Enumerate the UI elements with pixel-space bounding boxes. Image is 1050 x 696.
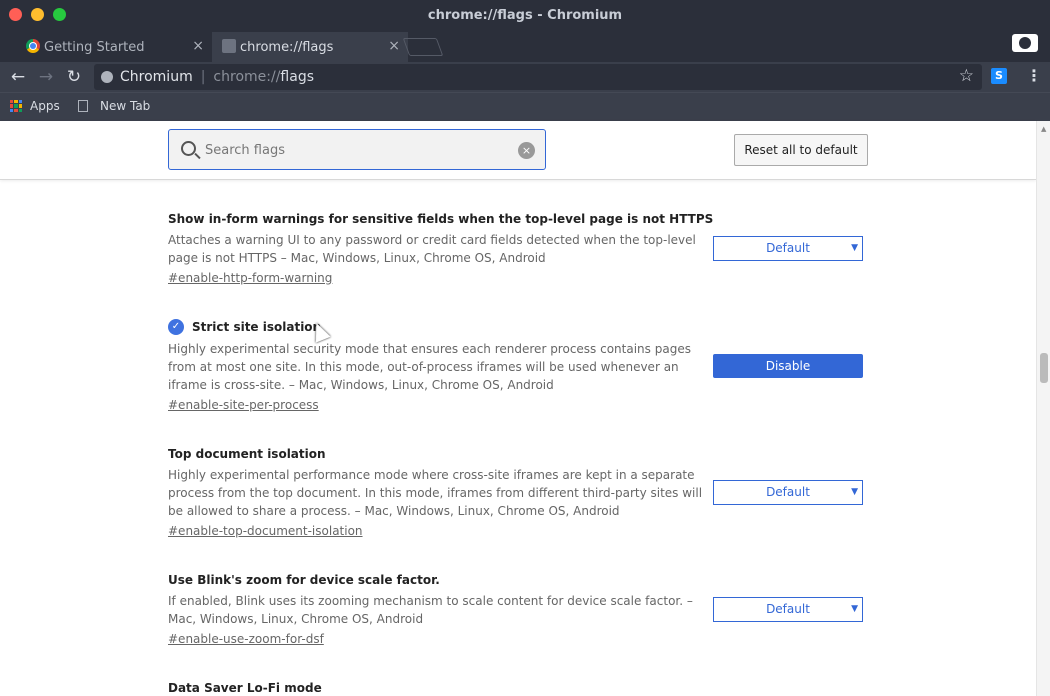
site-info-icon[interactable] xyxy=(101,71,113,83)
flag-item: Show in-form warnings for sensitive fiel… xyxy=(168,212,868,286)
bookmarks-bar: Apps New Tab xyxy=(0,92,1050,121)
flag-item: Data Saver Lo-Fi mode xyxy=(168,681,868,695)
tab-strip: Getting Started × chrome://flags × xyxy=(0,32,1050,62)
forward-button[interactable]: → xyxy=(35,66,57,88)
scroll-up-icon[interactable]: ▲ xyxy=(1041,125,1046,133)
tab-label: chrome://flags xyxy=(240,39,334,55)
flag-title: Data Saver Lo-Fi mode xyxy=(168,681,322,695)
select-value: Default xyxy=(766,241,810,255)
bookmark-label: Apps xyxy=(30,99,60,113)
tab-chrome-flags[interactable]: chrome://flags × xyxy=(212,32,408,62)
chevron-down-icon: ▼ xyxy=(851,243,858,253)
apps-grid-icon xyxy=(10,100,22,112)
url-scheme: chrome:// xyxy=(213,69,281,85)
back-button[interactable]: ← xyxy=(7,66,29,88)
person-icon xyxy=(1019,37,1031,49)
url-separator: | xyxy=(200,69,206,85)
search-input[interactable] xyxy=(205,139,505,161)
flag-description: Highly experimental performance mode whe… xyxy=(168,468,703,518)
flag-title: Show in-form warnings for sensitive fiel… xyxy=(168,212,714,226)
flag-item: ✓ Strict site isolation Highly experimen… xyxy=(168,319,868,413)
url-path: flags xyxy=(280,69,314,85)
search-icon xyxy=(181,141,196,156)
flag-title: Strict site isolation xyxy=(192,320,322,334)
chevron-down-icon: ▼ xyxy=(851,487,858,497)
tab-label: Getting Started xyxy=(44,39,145,55)
flags-page: × Reset all to default Show in-form warn… xyxy=(0,121,1050,696)
search-box[interactable]: × xyxy=(168,129,546,170)
clear-search-icon[interactable]: × xyxy=(518,142,535,159)
tab-getting-started[interactable]: Getting Started × xyxy=(16,32,212,62)
flag-disable-button[interactable]: Disable xyxy=(713,354,863,378)
bookmark-new-tab[interactable]: New Tab xyxy=(78,99,150,113)
flag-link[interactable]: #enable-top-document-isolation xyxy=(168,524,363,538)
flag-link[interactable]: #enable-site-per-process xyxy=(168,398,319,412)
flag-title-row: ✓ Strict site isolation xyxy=(168,319,868,335)
page-icon xyxy=(78,100,88,112)
extension-icon[interactable]: S xyxy=(991,68,1007,84)
flags-header: × Reset all to default xyxy=(0,121,1036,180)
flag-select[interactable]: Default ▼ xyxy=(713,480,863,505)
new-tab-button[interactable] xyxy=(402,38,444,56)
reload-button[interactable]: ↻ xyxy=(63,66,85,88)
flag-item: Use Blink's zoom for device scale factor… xyxy=(168,573,868,647)
flag-select[interactable]: Default ▼ xyxy=(713,236,863,261)
tab-close-icon[interactable]: × xyxy=(388,38,400,54)
flag-description: Attaches a warning UI to any password or… xyxy=(168,233,696,265)
flag-description: If enabled, Blink uses its zooming mecha… xyxy=(168,594,693,626)
bookmark-star-icon[interactable]: ☆ xyxy=(959,66,974,86)
site-name: Chromium xyxy=(120,69,193,85)
browser-toolbar: ← → ↻ Chromium | chrome:// flags ☆ xyxy=(0,62,1050,92)
profile-button[interactable] xyxy=(1012,34,1038,52)
window-title: chrome://flags - Chromium xyxy=(427,8,623,23)
flag-select[interactable]: Default ▼ xyxy=(713,597,863,622)
address-bar[interactable]: Chromium | chrome:// flags ☆ xyxy=(94,64,982,90)
title-bar: chrome://flags - Chromium xyxy=(0,0,1050,32)
flag-description: Highly experimental security mode that e… xyxy=(168,342,691,392)
flag-item: Top document isolation Highly experiment… xyxy=(168,447,868,539)
chevron-down-icon: ▼ xyxy=(851,604,858,614)
browser-menu-icon[interactable]: ⋮ xyxy=(1026,66,1042,85)
reset-all-button[interactable]: Reset all to default xyxy=(734,134,868,166)
flag-link[interactable]: #enable-use-zoom-for-dsf xyxy=(168,632,324,646)
bookmark-label: New Tab xyxy=(100,99,151,113)
flag-title: Top document isolation xyxy=(168,447,326,461)
select-value: Default xyxy=(766,602,810,616)
page-scrollbar[interactable]: ▲ xyxy=(1036,121,1050,696)
flag-link[interactable]: #enable-http-form-warning xyxy=(168,271,332,285)
enabled-check-icon: ✓ xyxy=(168,319,184,335)
scroll-thumb[interactable] xyxy=(1040,353,1048,383)
chrome-icon xyxy=(26,39,40,53)
flask-icon xyxy=(222,39,236,53)
tab-close-icon[interactable]: × xyxy=(192,38,204,54)
flag-title: Use Blink's zoom for device scale factor… xyxy=(168,573,440,587)
bookmark-apps[interactable]: Apps xyxy=(10,99,60,113)
select-value: Default xyxy=(766,485,810,499)
